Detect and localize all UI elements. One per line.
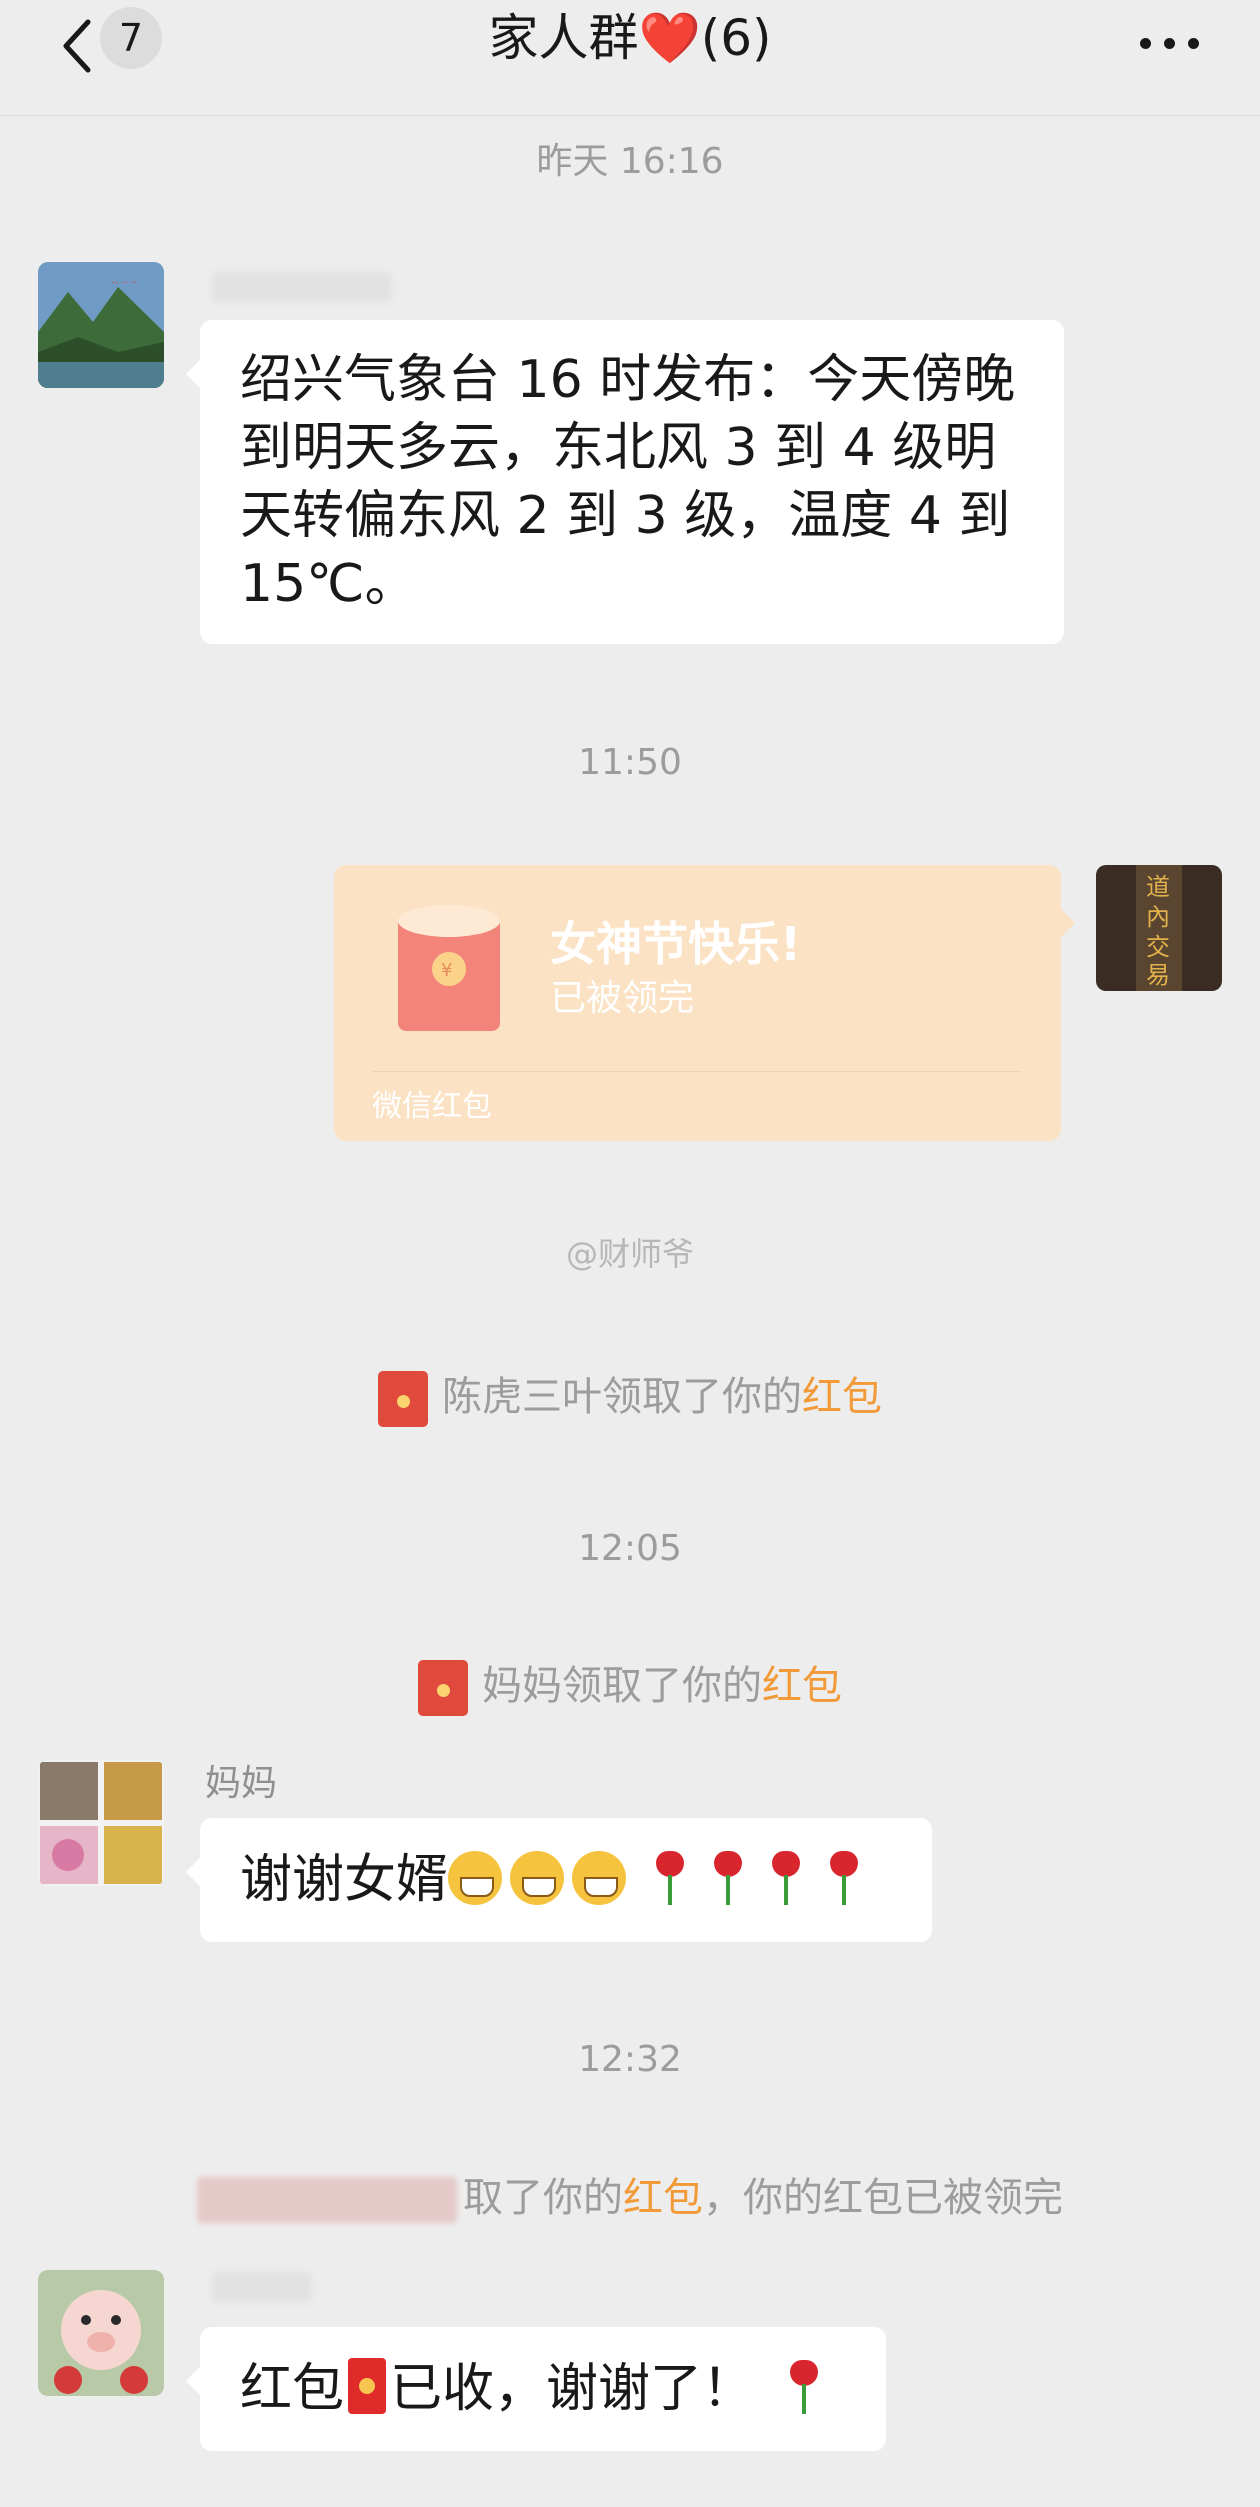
system-notice: 陈虎三叶领取了你的红包 bbox=[0, 1369, 1260, 1427]
red-packet-footer: 微信红包 bbox=[372, 1089, 492, 1124]
svg-text:·· ·· ··: ·· ·· ·· bbox=[112, 278, 137, 289]
red-packet-status: 已被领完 bbox=[550, 978, 695, 1019]
rose-emoji-icon bbox=[706, 1847, 750, 1907]
more-dots-icon[interactable] bbox=[1140, 38, 1200, 52]
system-notice: 取了你的红包，你的红包已被领完 bbox=[0, 2170, 1260, 2226]
timestamp: 昨天 16:16 bbox=[536, 141, 724, 182]
svg-text:內: 內 bbox=[1146, 903, 1170, 931]
sender-name-blurred bbox=[197, 2177, 457, 2223]
red-packet-icon bbox=[418, 1660, 468, 1716]
notice-text: 陈虎三叶领取了你的 bbox=[442, 1374, 802, 1420]
heart-icon: ❤️ bbox=[638, 9, 701, 67]
sender-name-blurred bbox=[212, 2272, 312, 2302]
grin-emoji-icon bbox=[448, 1851, 503, 1905]
avatar[interactable] bbox=[38, 1760, 164, 1886]
red-packet-icon: ¥ bbox=[398, 905, 500, 1031]
system-notice: 妈妈领取了你的红包 bbox=[0, 1658, 1260, 1716]
svg-text:交: 交 bbox=[1146, 933, 1170, 961]
chat-header: 7 家人群❤️(6) bbox=[0, 0, 1260, 116]
grin-emoji-icon bbox=[510, 1851, 565, 1905]
red-packet-emoji-icon bbox=[348, 2358, 387, 2414]
red-packet-icon bbox=[378, 1371, 428, 1427]
rose-emoji-icon bbox=[648, 1847, 692, 1907]
watermark: @财师爷 bbox=[565, 1235, 694, 1273]
svg-text:易: 易 bbox=[1146, 961, 1170, 989]
message-text: 绍兴气象台 16 时发布：今天傍晚到明天多云，东北风 3 到 4 级明天转偏东风… bbox=[240, 350, 1016, 614]
message-bubble[interactable]: 绍兴气象台 16 时发布：今天傍晚到明天多云，东北风 3 到 4 级明天转偏东风… bbox=[186, 320, 1064, 644]
grin-emoji-icon bbox=[572, 1851, 627, 1905]
timestamp: 12:05 bbox=[578, 1528, 682, 1569]
message-bubble[interactable]: 谢谢女婿 bbox=[186, 1818, 932, 1942]
timestamp: 12:32 bbox=[578, 2039, 682, 2080]
red-packet-link[interactable]: 红包 bbox=[802, 1374, 882, 1420]
notice-text: 妈妈领取了你的 bbox=[482, 1663, 762, 1709]
timestamp: 11:50 bbox=[578, 742, 682, 783]
rose-emoji-icon bbox=[782, 2356, 826, 2416]
chat-title: 家人群❤️(6) bbox=[0, 5, 1260, 71]
notice-text: 取了你的 bbox=[463, 2175, 623, 2221]
my-avatar[interactable]: 道 內 交 易 bbox=[1096, 865, 1222, 991]
message-text: 红包 bbox=[240, 2359, 345, 2419]
message-bubble[interactable]: 红包 已收，谢谢了！ bbox=[186, 2327, 886, 2451]
red-packet-card[interactable]: ¥ 女神节快乐! 已被领完 微信红包 bbox=[334, 865, 1075, 1141]
rose-emoji-icon bbox=[822, 1847, 866, 1907]
avatar[interactable] bbox=[38, 2270, 164, 2396]
avatar[interactable]: ·· ·· ·· bbox=[38, 262, 164, 388]
member-count: (6) bbox=[700, 9, 772, 67]
red-packet-link[interactable]: 红包 bbox=[623, 2175, 703, 2221]
red-packet-link[interactable]: 红包 bbox=[762, 1663, 842, 1709]
notice-text: ，你的红包已被领完 bbox=[703, 2175, 1063, 2221]
svg-text:道: 道 bbox=[1146, 873, 1170, 901]
message-text-suffix: 已收，谢谢了！ bbox=[390, 2359, 755, 2419]
svg-text:¥: ¥ bbox=[441, 960, 452, 981]
chat-title-text: 家人群 bbox=[488, 9, 639, 67]
red-packet-title: 女神节快乐! bbox=[550, 917, 801, 971]
divider bbox=[372, 1071, 1022, 1072]
sender-name: 妈妈 bbox=[205, 1763, 278, 1804]
message-text: 谢谢女婿 bbox=[240, 1850, 449, 1910]
rose-emoji-icon bbox=[764, 1847, 808, 1907]
sender-name-blurred bbox=[212, 272, 392, 302]
